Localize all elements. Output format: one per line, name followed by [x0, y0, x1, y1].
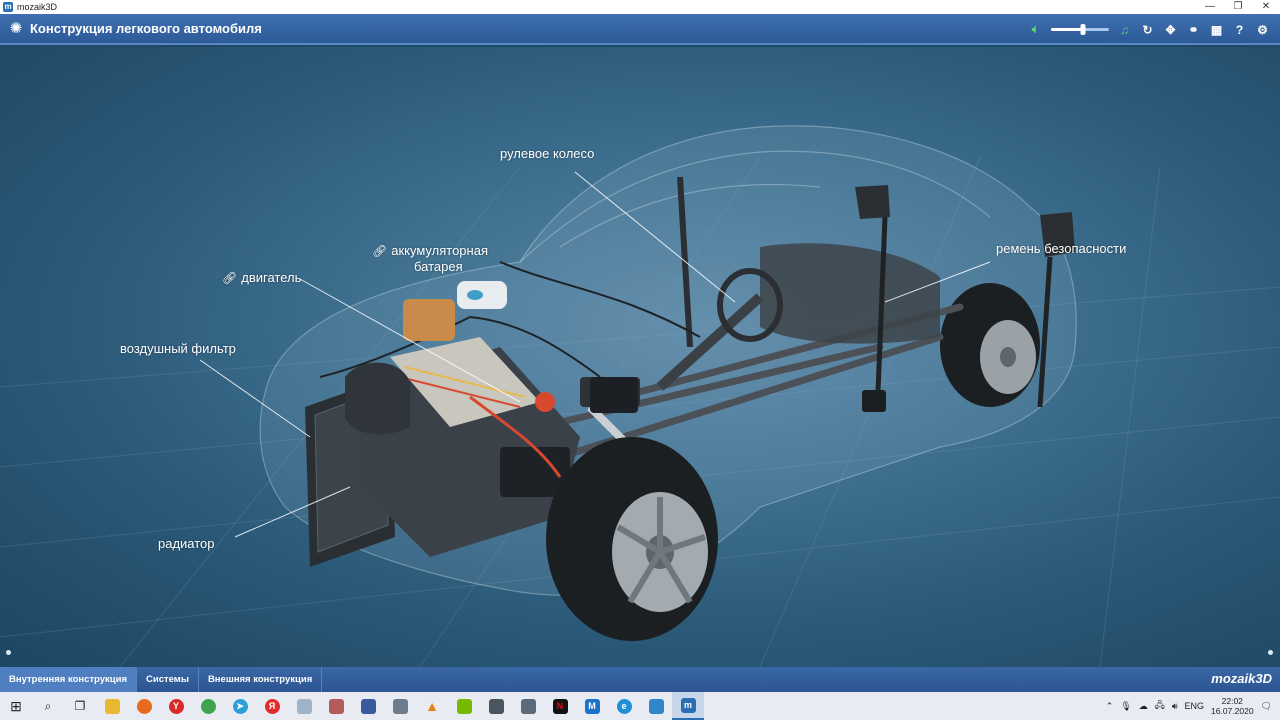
brand-logo: mozaik3D [1211, 671, 1272, 686]
mail-icon[interactable]: M [576, 692, 608, 720]
clock-time: 22:02 [1221, 696, 1243, 706]
explorer-icon[interactable] [96, 692, 128, 720]
battery-label-line1: аккумуляторная [391, 243, 488, 258]
nvidia-icon[interactable] [448, 692, 480, 720]
front-wheel [546, 437, 718, 641]
speaker-icon[interactable]: 🔈︎ [1028, 22, 1043, 37]
writer-icon[interactable] [352, 692, 384, 720]
close-button[interactable]: ✕ [1252, 0, 1280, 14]
air-filter-label[interactable]: воздушный фильтр [120, 341, 236, 356]
yandex-browser-icon[interactable]: Y [160, 692, 192, 720]
notepad-icon[interactable] [288, 692, 320, 720]
move-icon[interactable]: ✥ [1163, 22, 1178, 37]
header-toolbar: 🔈︎ ♫ ↻ ✥ ⚭ ▦ ? ⚙ [1028, 14, 1270, 45]
seatbelt-retractor [862, 390, 886, 412]
tab-systems[interactable]: Системы [137, 667, 199, 692]
app-header: ✺ Конструкция легкового автомобиля 🔈︎ ♫ … [0, 14, 1280, 45]
cloud-icon[interactable]: ☁ [1139, 701, 1148, 712]
battery-part [590, 377, 638, 413]
help-icon[interactable]: ? [1232, 22, 1247, 37]
reset-icon[interactable]: ↻ [1140, 22, 1155, 37]
air-filter-part [345, 362, 410, 435]
left-nav-dot[interactable] [6, 650, 11, 655]
link-icon: 🔗︎ [222, 271, 238, 285]
firefox-icon[interactable] [128, 692, 160, 720]
seatbelt-label[interactable]: ремень безопасности [996, 241, 1126, 256]
language-indicator[interactable]: ENG [1185, 701, 1205, 711]
chrome-icon[interactable] [192, 692, 224, 720]
gallery-icon[interactable] [640, 692, 672, 720]
telegram-icon[interactable]: ➤ [224, 692, 256, 720]
bottom-tab-bar: Внутренняя конструкция Системы Внешняя к… [0, 667, 1280, 692]
music-icon[interactable]: ♫ [1117, 22, 1132, 37]
calculator-icon[interactable] [480, 692, 512, 720]
battery-label[interactable]: 🔗︎ аккумуляторная [372, 243, 488, 258]
netflix-icon[interactable]: N [544, 692, 576, 720]
windows-taskbar: ⊞ ⌕ ❐ Y ➤ Я ▲ N M e m ⌃ 🎙︎ ☁ 🖧︎ 🔊︎ ENG 2… [0, 692, 1280, 720]
settings-icon[interactable]: ⚙ [1255, 22, 1270, 37]
search-icon[interactable]: ⌕ [32, 692, 64, 720]
edge-icon[interactable]: e [608, 692, 640, 720]
task-view-icon[interactable]: ❐ [64, 692, 96, 720]
network-icon[interactable]: 🖧︎ [1155, 698, 1165, 714]
camera-icon[interactable] [512, 692, 544, 720]
minimize-button[interactable]: — [1196, 0, 1224, 14]
window-title: mozaik3D [17, 2, 58, 12]
archive-icon[interactable] [320, 692, 352, 720]
yandex-icon[interactable]: Я [256, 692, 288, 720]
mozaik-app-icon: m [3, 2, 13, 12]
coolant-reservoir [403, 299, 455, 341]
grid-icon[interactable]: ▦ [1209, 22, 1224, 37]
radiator-label[interactable]: радиатор [158, 536, 215, 551]
chevron-up-icon[interactable]: ⌃ [1106, 701, 1114, 712]
microphone-icon[interactable]: 🎙︎ [1120, 701, 1131, 712]
link-icon[interactable]: ⚭ [1186, 22, 1201, 37]
vlc-icon[interactable]: ▲ [416, 692, 448, 720]
clock[interactable]: 22:02 16.07.2020 [1211, 696, 1254, 716]
start-icon[interactable]: ⊞ [0, 692, 32, 720]
tab-internal-structure[interactable]: Внутренняя конструкция [0, 667, 137, 692]
link-icon: 🔗︎ [372, 244, 388, 258]
clock-date: 16.07.2020 [1211, 706, 1254, 716]
notifications-icon[interactable]: 🗨︎ [1261, 701, 1272, 712]
engine-label-text: двигатель [241, 270, 302, 285]
rear-wheel [940, 283, 1040, 407]
volume-icon[interactable]: 🔊︎ [1172, 701, 1178, 712]
right-nav-dot[interactable] [1268, 650, 1273, 655]
tab-external-structure[interactable]: Внешняя конструкция [199, 667, 323, 692]
window-titlebar: m mozaik3D — ❐ ✕ [0, 0, 1280, 14]
volume-slider[interactable] [1051, 22, 1109, 37]
steering-wheel-label[interactable]: рулевое колесо [500, 146, 594, 161]
mozaik-logo-icon: ✺ [9, 19, 23, 37]
volume-knob[interactable] [1080, 24, 1086, 35]
3d-viewport[interactable]: рулевое колесо 🔗︎ аккумуляторная батарея … [0, 47, 1280, 667]
engine-label[interactable]: 🔗︎ двигатель [222, 270, 301, 285]
restore-button[interactable]: ❐ [1224, 0, 1252, 14]
page-title: Конструкция легкового автомобиля [30, 21, 262, 36]
volume-fill [1051, 28, 1083, 31]
car-illustration [0, 125, 1280, 667]
mozaik3d-taskbar-icon[interactable]: m [672, 692, 704, 720]
battery-label-line2[interactable]: батарея [414, 259, 463, 274]
system-tray: ⌃ 🎙︎ ☁ 🖧︎ 🔊︎ ENG 22:02 16.07.2020 🗨︎ [1106, 692, 1280, 720]
disk-icon[interactable] [384, 692, 416, 720]
